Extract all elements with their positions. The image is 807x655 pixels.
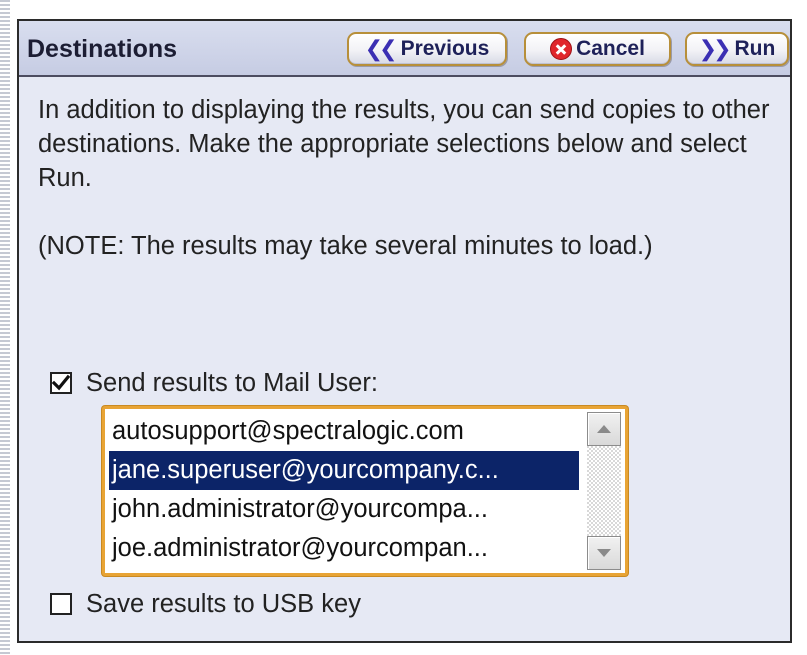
list-item[interactable]: john.administrator@yourcompa... — [109, 490, 579, 529]
intro-text: In addition to displaying the results, y… — [38, 96, 770, 192]
page-margin-rule — [0, 0, 10, 655]
panel-title: Destinations — [27, 35, 178, 63]
arrow-up-icon — [597, 425, 611, 433]
arrow-down-icon — [597, 549, 611, 557]
checkmark-icon — [52, 374, 70, 391]
usb-key-option[interactable]: Save results to USB key — [50, 589, 361, 619]
previous-button-label: Previous — [400, 37, 490, 60]
double-chevron-right-icon: ❯❯ — [698, 36, 732, 61]
cancel-circle-icon — [550, 38, 573, 60]
list-scrollbar[interactable] — [587, 412, 621, 570]
panel-header: Destinations ❮❮ Previous Cancel ❯❯ Run — [19, 21, 790, 77]
usb-key-checkbox[interactable] — [50, 593, 72, 615]
mail-recipient-list[interactable]: autosupport@spectralogic.com jane.superu… — [102, 406, 628, 576]
cancel-button[interactable]: Cancel — [524, 32, 671, 66]
mail-user-checkbox[interactable] — [50, 372, 72, 394]
cancel-button-label: Cancel — [576, 37, 645, 60]
scroll-up-button[interactable] — [587, 412, 621, 446]
list-item[interactable]: autosupport@spectralogic.com — [109, 412, 579, 451]
recipient-items: autosupport@spectralogic.com jane.superu… — [109, 412, 579, 568]
mail-user-option[interactable]: Send results to Mail User: — [50, 368, 378, 398]
run-button[interactable]: ❯❯ Run — [685, 32, 789, 66]
run-button-label: Run — [734, 37, 776, 60]
previous-button[interactable]: ❮❮ Previous — [347, 32, 507, 66]
destinations-panel: Destinations ❮❮ Previous Cancel ❯❯ Run I… — [17, 19, 792, 643]
list-item-selected[interactable]: jane.superuser@yourcompany.c... — [109, 451, 579, 490]
list-item[interactable]: joe.administrator@yourcompan... — [109, 529, 579, 568]
mail-user-label: Send results to Mail User: — [86, 368, 378, 397]
double-chevron-left-icon: ❮❮ — [364, 36, 398, 61]
scroll-down-button[interactable] — [587, 536, 621, 570]
note-text: (NOTE: The results may take several minu… — [38, 232, 653, 260]
usb-key-label: Save results to USB key — [86, 589, 361, 618]
